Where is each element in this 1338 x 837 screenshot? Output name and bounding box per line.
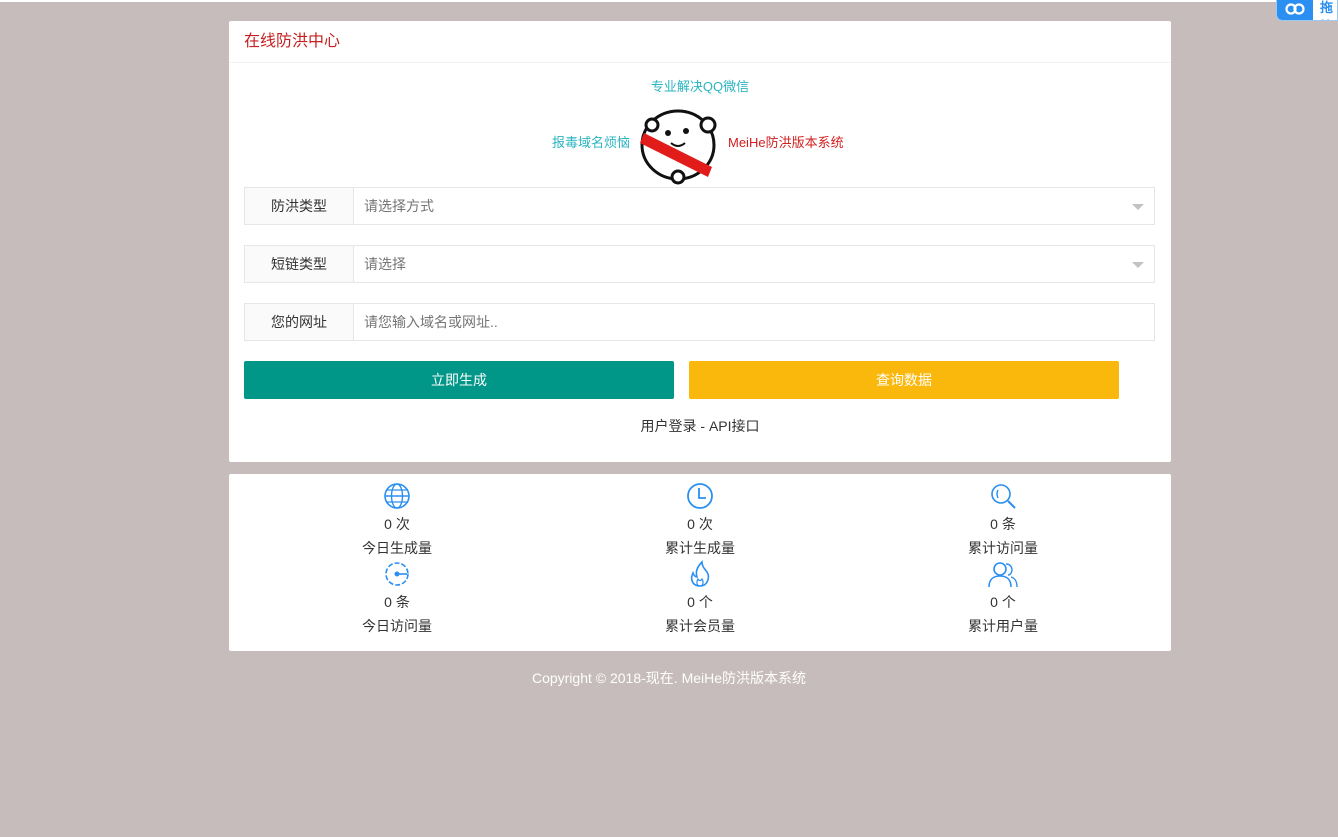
stat-label: 累计用户量 (968, 618, 1038, 634)
link-separator: - (700, 418, 706, 434)
stat-today-generated: 0 次 今日生成量 (297, 482, 497, 558)
stat-total-visits: 0 条 累计访问量 (903, 482, 1103, 558)
stat-value: 0 次 (384, 516, 410, 532)
gauge-icon (385, 562, 409, 586)
link-icon (1277, 0, 1313, 20)
stat-value: 0 次 (687, 516, 713, 532)
drag-widget-label: 拖拽 (1320, 0, 1334, 20)
search-icon (991, 484, 1016, 509)
url-input[interactable] (364, 304, 1154, 340)
flood-type-label: 防洪类型 (245, 188, 354, 224)
stat-total-users: 0 个 累计用户量 (903, 560, 1103, 636)
top-edge-line (0, 0, 1338, 2)
stat-total-members: 0 个 累计会员量 (600, 560, 800, 636)
generator-card: 在线防洪中心 专业解决QQ微信 报毒域名烦恼 MeiHe防洪版本系统 防洪类型 … (229, 21, 1171, 462)
stat-label: 累计访问量 (968, 540, 1038, 556)
shortlink-type-value: 请选择 (364, 256, 406, 272)
url-field-wrapper (354, 304, 1154, 340)
copyright-footer: Copyright © 2018-现在. MeiHe防洪版本系统 (531, 670, 807, 686)
footer-links: 用户登录 - API接口 (229, 416, 1171, 436)
drag-widget[interactable]: 拖拽 (1276, 0, 1338, 21)
stat-label: 今日访问量 (362, 618, 432, 634)
promo-left-text: 报毒域名烦恼 (552, 135, 631, 150)
flood-type-select[interactable]: 请选择方式 (354, 188, 1154, 224)
mascot-image (640, 109, 717, 185)
clock-icon (687, 483, 713, 509)
stats-card: 0 次 今日生成量 0 次 累计生成量 0 条 累计访问量 0 条 今日访问量 (229, 474, 1171, 651)
stat-value: 0 个 (687, 594, 713, 610)
users-icon (988, 562, 1018, 588)
api-link[interactable]: API接口 (709, 418, 760, 434)
query-data-button[interactable]: 查询数据 (689, 361, 1119, 399)
stat-value: 0 条 (384, 594, 410, 610)
promo-tagline: 专业解决QQ微信 (650, 79, 750, 94)
card-title: 在线防洪中心 (229, 21, 1171, 63)
flood-type-row: 防洪类型 请选择方式 (244, 187, 1155, 225)
stat-value: 0 个 (990, 594, 1016, 610)
generate-button[interactable]: 立即生成 (244, 361, 674, 399)
promo-right-text: MeiHe防洪版本系统 (728, 135, 844, 150)
stat-label: 累计会员量 (665, 618, 735, 634)
url-label: 您的网址 (245, 304, 354, 340)
chevron-down-icon (1132, 262, 1144, 268)
shortlink-type-label: 短链类型 (245, 246, 354, 282)
globe-icon (384, 483, 410, 509)
stat-total-generated: 0 次 累计生成量 (600, 482, 800, 558)
user-login-link[interactable]: 用户登录 (640, 418, 696, 434)
url-row: 您的网址 (244, 303, 1155, 341)
chevron-down-icon (1132, 204, 1144, 210)
fire-icon (690, 560, 710, 587)
stat-label: 今日生成量 (362, 540, 432, 556)
flood-type-value: 请选择方式 (364, 198, 434, 214)
shortlink-type-select[interactable]: 请选择 (354, 246, 1154, 282)
stat-label: 累计生成量 (665, 540, 735, 556)
stat-value: 0 条 (990, 516, 1016, 532)
stat-today-visits: 0 条 今日访问量 (297, 560, 497, 636)
shortlink-type-row: 短链类型 请选择 (244, 245, 1155, 283)
